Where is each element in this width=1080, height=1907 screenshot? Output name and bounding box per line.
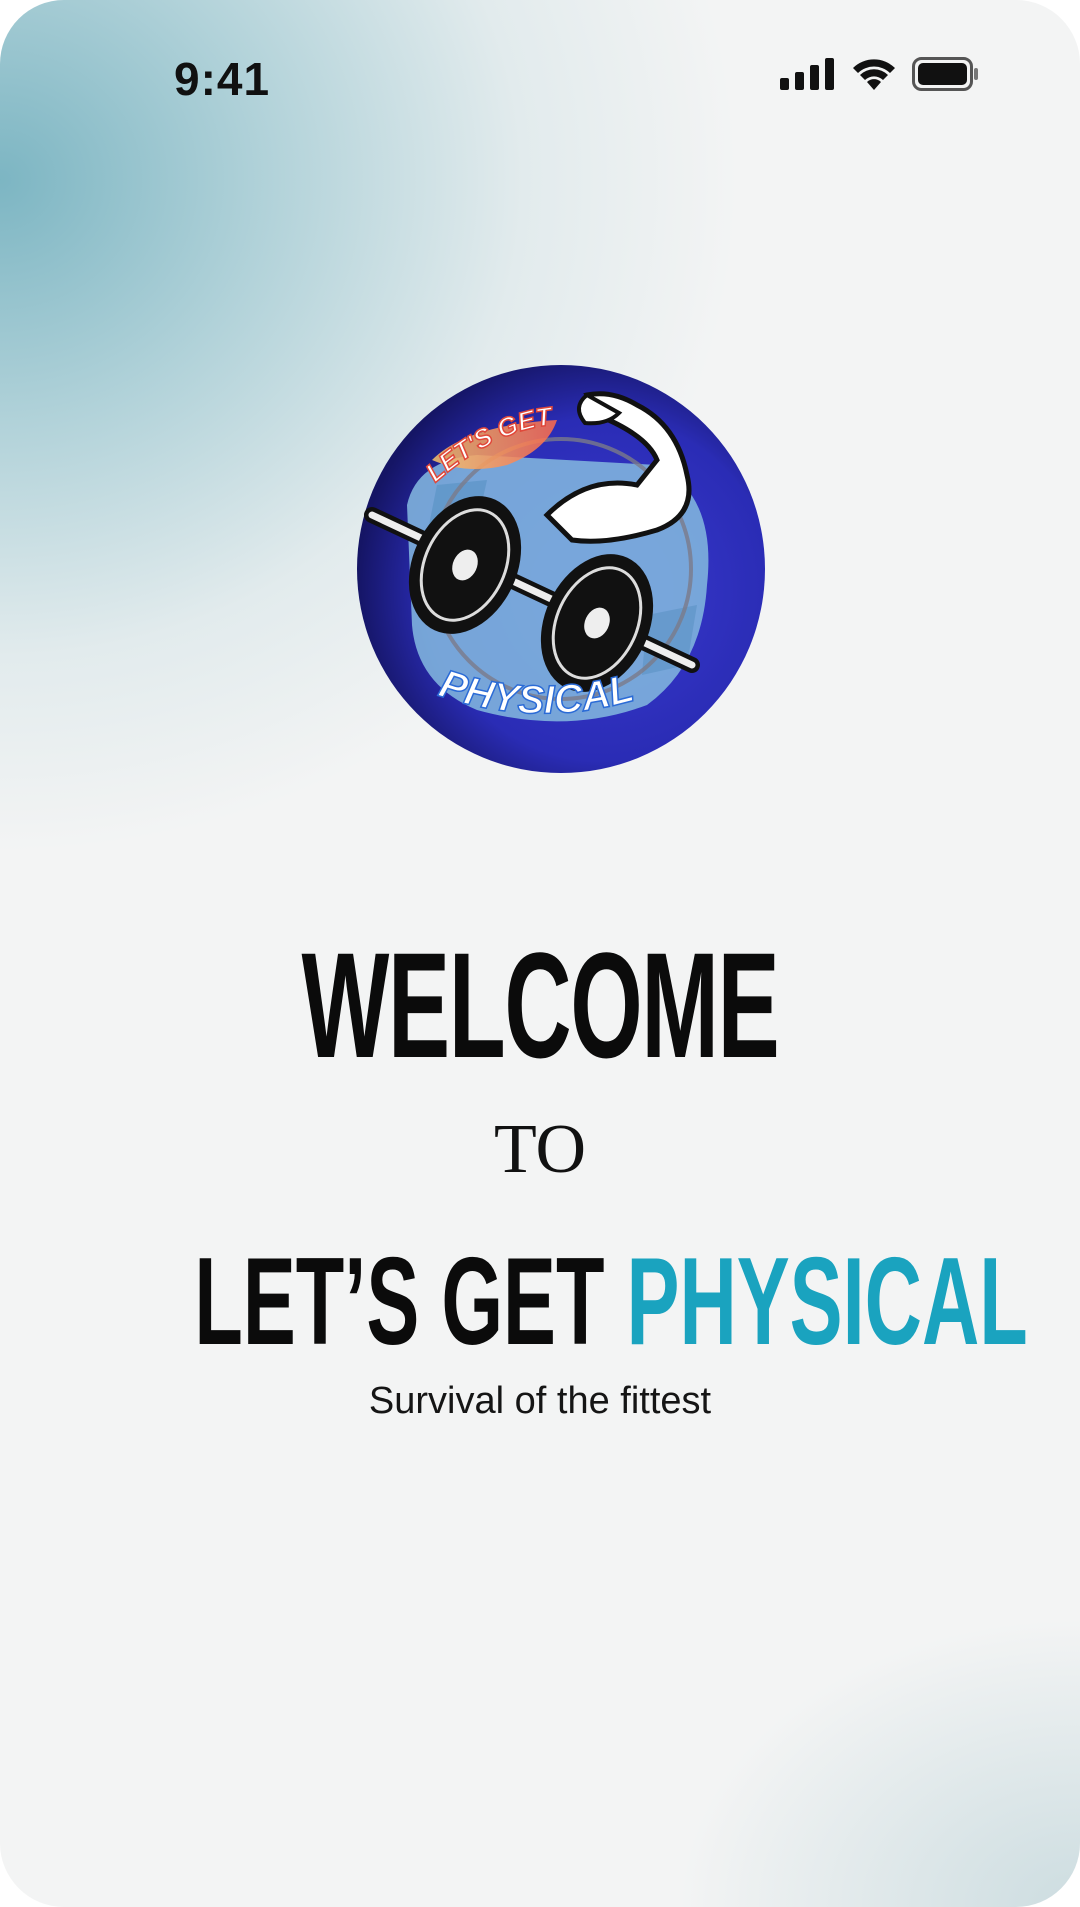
tagline: Survival of the fittest [368,1380,712,1422]
brand-title-part2: PHYSICAL [626,1233,1028,1371]
welcome-heading: WELCOME [301,921,780,1089]
welcome-connector: TO [493,1111,587,1188]
status-bar: 9:41 [0,0,1080,160]
app-logo: LET'S GET PHYSICAL [357,365,765,773]
status-icons [780,56,980,97]
welcome-screen: 9:41 LET'S GET PHYSICAL WELCOME TO LET’S… [0,0,1080,1907]
brand-title: LET’S GET PHYSICAL [194,1240,1027,1364]
status-time: 9:41 [174,53,271,105]
cellular-signal-icon [780,58,836,95]
battery-icon [912,56,980,97]
brand-title-part1: LET’S GET [194,1233,605,1371]
wifi-icon [850,56,898,97]
